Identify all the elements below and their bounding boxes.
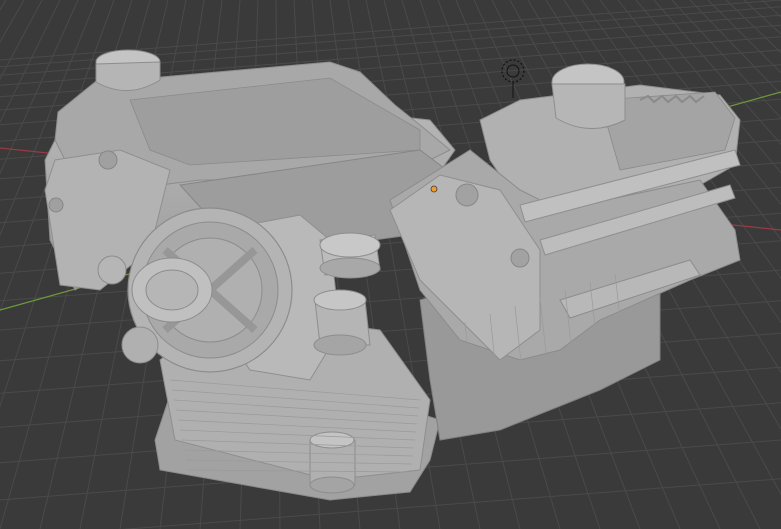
right-bolt-2 (510, 248, 530, 268)
crankshaft-snout (313, 289, 371, 356)
left-bolt-2 (48, 197, 64, 213)
idler-pulley-2 (97, 255, 127, 285)
right-bolt (455, 183, 479, 207)
idler-pulley (121, 326, 159, 364)
viewport-canvas[interactable] (0, 0, 781, 529)
object-origin-icon[interactable] (430, 185, 438, 193)
water-pump-outlet (319, 232, 381, 279)
3d-viewport[interactable] (0, 0, 781, 529)
left-bolt (98, 150, 118, 170)
right-oil-cap-body (551, 83, 626, 129)
